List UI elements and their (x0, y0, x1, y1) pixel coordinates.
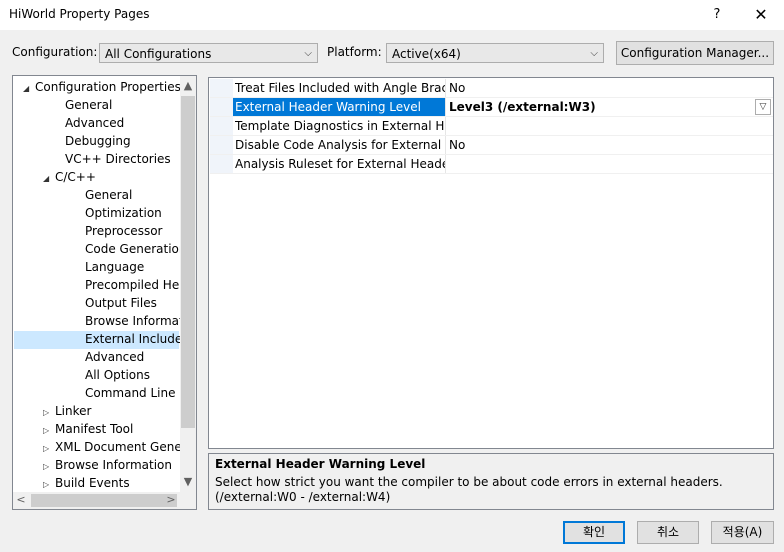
tree-item-label: Advanced (85, 350, 145, 364)
tree-item[interactable]: ▷ Linker (43, 402, 91, 420)
tree-item[interactable]: Preprocessor (73, 222, 162, 240)
property-grid[interactable]: Treat Files Included with Angle Brackets… (208, 77, 774, 449)
tree-item-label: VC++ Directories (65, 152, 171, 166)
platform-label: Platform: (327, 45, 382, 59)
property-name[interactable]: Template Diagnostics in External Headers (235, 117, 445, 135)
help-button[interactable]: ? (705, 4, 729, 26)
tree-item[interactable]: Advanced (53, 114, 124, 132)
description-title: External Header Warning Level (215, 457, 426, 471)
tree-item-label: General (65, 98, 113, 112)
tree-item[interactable]: Language (73, 258, 144, 276)
row-gutter (210, 117, 233, 135)
scroll-left-icon[interactable]: < (13, 493, 29, 506)
configuration-manager-button[interactable]: Configuration Manager... (616, 41, 774, 65)
tree-item-label: External Includes (85, 332, 189, 346)
tree-item-label: C/C++ (55, 170, 96, 184)
tree-item-label: All Options (85, 368, 150, 382)
tree-item[interactable]: External Includes (73, 330, 189, 348)
tree-horizontal-scroll-thumb[interactable] (31, 494, 177, 507)
row-gutter (210, 98, 233, 116)
scroll-up-icon[interactable]: ▲ (180, 79, 196, 92)
collapse-arrow-icon[interactable]: ◢ (23, 80, 35, 98)
tree-item[interactable]: Browse Informatior (73, 312, 196, 330)
scroll-right-icon[interactable]: > (163, 493, 179, 506)
close-button[interactable]: ✕ (748, 4, 774, 26)
property-row[interactable]: ▽ External Header Warning Level Level3 (/e… (210, 98, 773, 117)
tree-item[interactable]: VC++ Directories (53, 150, 171, 168)
property-tree[interactable]: ◢ Configuration Properties General Advanced… (12, 75, 197, 510)
tree-item[interactable]: ◢ C/C++ (43, 168, 96, 186)
cancel-button[interactable]: 취소 (637, 521, 699, 544)
tree-item[interactable]: Code Generation (73, 240, 186, 258)
column-divider (445, 98, 446, 116)
ok-button[interactable]: 확인 (563, 521, 625, 544)
property-value[interactable]: No (449, 79, 769, 97)
tree-item-label: Linker (55, 404, 92, 418)
configuration-dropdown[interactable]: All Configurations ⌵ (99, 43, 318, 63)
tree-item-label: Browse Information (55, 458, 172, 472)
description-text: Select how strict you want the compiler … (215, 475, 723, 504)
tree-item[interactable]: ◢ Configuration Properties (23, 78, 181, 96)
property-value[interactable]: No (449, 136, 769, 154)
description-panel: External Header Warning Level Select how… (208, 453, 774, 510)
scroll-down-icon[interactable]: ▼ (180, 475, 196, 488)
column-divider (445, 117, 446, 135)
tree-item-label: Optimization (85, 206, 162, 220)
chevron-down-icon: ⌵ (590, 48, 598, 59)
window-title: HiWorld Property Pages (9, 7, 150, 21)
collapse-arrow-icon[interactable]: ◢ (43, 170, 55, 188)
tree-item-label: XML Document Genera (55, 440, 195, 454)
tree-item-label: Manifest Tool (55, 422, 134, 436)
tree-item-label: Command Line (85, 386, 176, 400)
tree-item-label: Advanced (65, 116, 125, 130)
tree-item-label: Language (85, 260, 145, 274)
tree-item[interactable]: ▷ Build Events (43, 474, 130, 492)
tree-item-label: Output Files (85, 296, 157, 310)
tree-item[interactable]: General (53, 96, 112, 114)
configuration-label: Configuration: (12, 45, 98, 59)
tree-item[interactable]: Advanced (73, 348, 144, 366)
tree-item[interactable]: Optimization (73, 204, 162, 222)
platform-value: Active(x64) (392, 47, 461, 61)
tree-item[interactable]: Command Line (73, 384, 176, 402)
property-row[interactable]: Disable Code Analysis for External Heade… (210, 136, 773, 155)
tree-item-label: Build Events (55, 476, 130, 490)
row-gutter (210, 136, 233, 154)
property-row[interactable]: Treat Files Included with Angle Brackets… (210, 79, 773, 98)
property-name[interactable]: Treat Files Included with Angle Brackets (235, 79, 445, 97)
tree-item[interactable]: Precompiled Heade (73, 276, 196, 294)
apply-button[interactable]: 적용(A) (711, 521, 774, 544)
column-divider (445, 136, 446, 154)
tree-item-label: Preprocessor (85, 224, 163, 238)
tree-item-label: Configuration Properties (35, 80, 181, 94)
chevron-down-icon: ⌵ (304, 48, 312, 59)
property-value[interactable] (449, 155, 769, 173)
column-divider (445, 155, 446, 173)
tree-item[interactable]: Output Files (73, 294, 157, 312)
tree-item-label: Code Generation (85, 242, 187, 256)
tree-item[interactable]: ▷ Manifest Tool (43, 420, 133, 438)
property-row[interactable]: Analysis Ruleset for External Headers (210, 155, 773, 174)
property-value[interactable] (449, 117, 769, 135)
tree-item[interactable]: ▷ Browse Information (43, 456, 172, 474)
configuration-value: All Configurations (105, 47, 212, 61)
tree-item-label: General (85, 188, 133, 202)
row-gutter (210, 79, 233, 97)
tree-item[interactable]: ▷ XML Document Genera (43, 438, 194, 456)
property-name[interactable]: Analysis Ruleset for External Headers (235, 155, 445, 173)
property-name[interactable]: External Header Warning Level (233, 98, 446, 116)
property-row[interactable]: Template Diagnostics in External Headers (210, 117, 773, 136)
property-name[interactable]: Disable Code Analysis for External Heade… (235, 136, 445, 154)
platform-dropdown[interactable]: Active(x64) ⌵ (386, 43, 604, 63)
column-divider (445, 79, 446, 97)
row-gutter (210, 155, 233, 173)
tree-vertical-scroll-thumb[interactable] (181, 96, 195, 428)
tree-item-label: Debugging (65, 134, 131, 148)
tree-item[interactable]: General (73, 186, 132, 204)
tree-item[interactable]: Debugging (53, 132, 131, 150)
tree-item[interactable]: All Options (73, 366, 150, 384)
property-value[interactable]: Level3 (/external:W3) (449, 98, 769, 116)
